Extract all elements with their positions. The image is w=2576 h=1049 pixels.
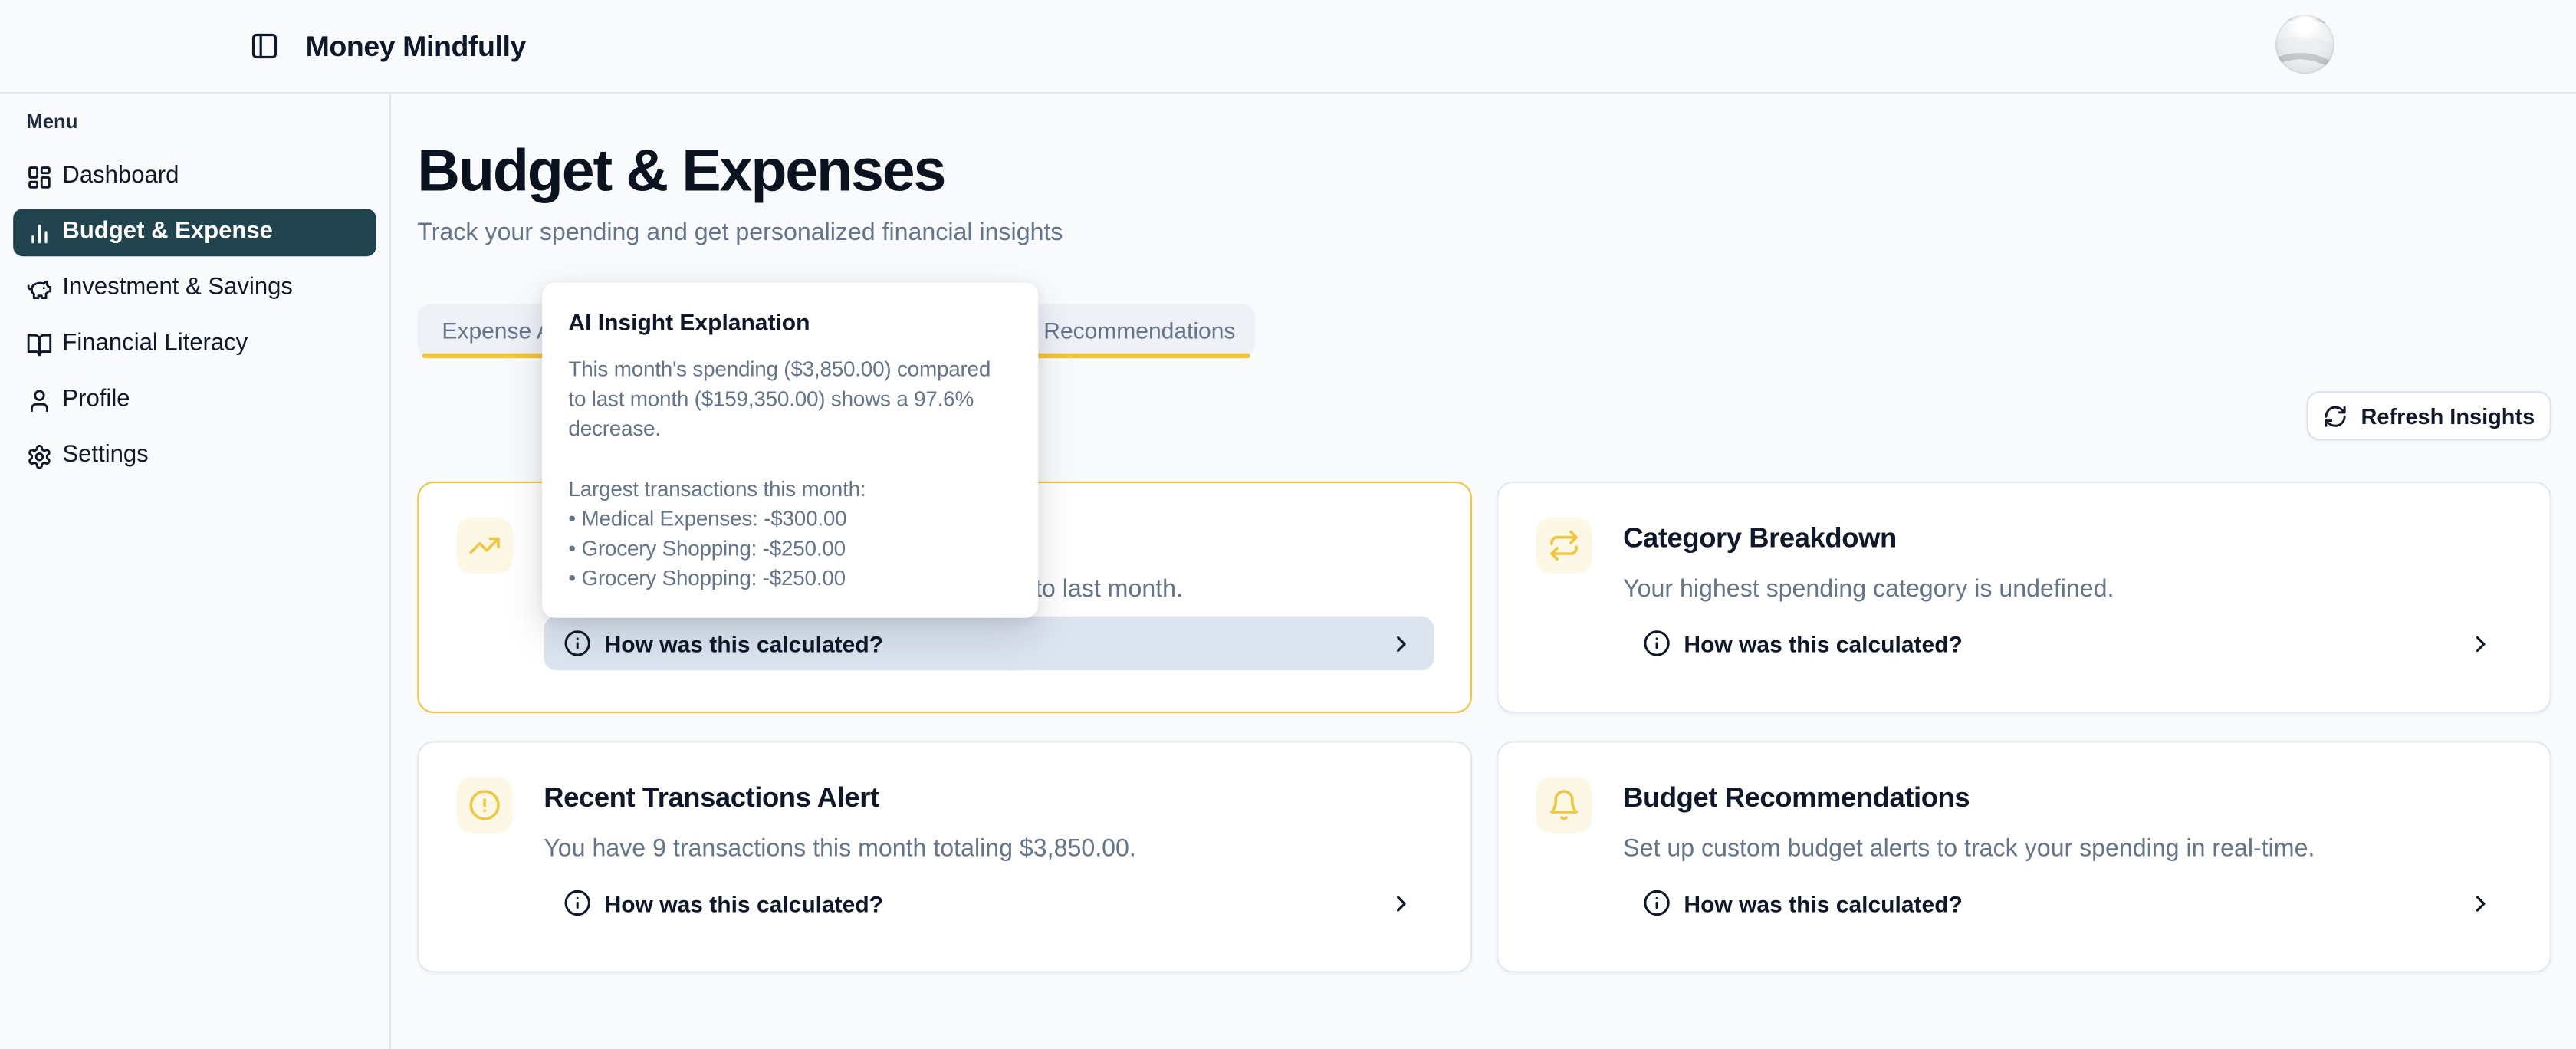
page-title: Budget & Expenses: [417, 135, 945, 207]
book-open-icon: [26, 331, 52, 357]
card-icon-tile: [457, 518, 513, 574]
bell-icon: [1548, 789, 1581, 822]
card-icon-tile: [1536, 518, 1592, 574]
alert-circle-icon: [468, 789, 501, 822]
refresh-insights-label: Refresh Insights: [2361, 403, 2535, 428]
sidebar-section-label: Menu: [26, 110, 389, 133]
card-title: Category Breakdown: [1623, 521, 1897, 555]
how-calculated-label: How was this calculated?: [1684, 890, 1962, 916]
sidebar-item-settings[interactable]: Settings: [13, 432, 376, 480]
app-window: Money Mindfully Menu Dashboard Budget & …: [0, 0, 2576, 1049]
how-calculated-button[interactable]: How was this calculated?: [544, 617, 1434, 671]
card-description-fragment: to last month.: [1035, 574, 1183, 605]
sidebar-nav: Dashboard Budget & Expense Investment & …: [0, 153, 389, 479]
how-calculated-button[interactable]: How was this calculated?: [1623, 876, 2513, 930]
sidebar-item-financial-literacy[interactable]: Financial Literacy: [13, 321, 376, 368]
chevron-right-icon: [1388, 890, 1414, 916]
sidebar-item-dashboard[interactable]: Dashboard: [13, 153, 376, 200]
repeat-icon: [1548, 529, 1581, 562]
sidebar-toggle-button[interactable]: [245, 26, 284, 65]
refresh-insights-button[interactable]: Refresh Insights: [2307, 391, 2551, 440]
how-calculated-button[interactable]: How was this calculated?: [544, 876, 1434, 930]
bar-chart-icon: [26, 219, 52, 245]
info-icon: [564, 630, 591, 657]
top-header: Money Mindfully: [0, 0, 2576, 94]
sidebar-item-profile[interactable]: Profile: [13, 377, 376, 424]
sidebar-item-budget-expense[interactable]: Budget & Expense: [13, 209, 376, 256]
sidebar: Menu Dashboard Budget & Expense Investme…: [0, 94, 391, 1049]
card-icon-tile: [457, 778, 513, 834]
card-category-breakdown: Category Breakdown Your highest spending…: [1497, 482, 2551, 713]
chevron-right-icon: [2468, 890, 2494, 916]
app-title: Money Mindfully: [306, 23, 526, 69]
gear-icon: [26, 443, 52, 469]
chevron-right-icon: [2468, 630, 2494, 656]
sidebar-item-label: Dashboard: [62, 153, 179, 200]
sidebar-item-label: Budget & Expense: [62, 209, 273, 256]
dashboard-icon: [26, 163, 52, 189]
card-title: Budget Recommendations: [1623, 781, 1970, 815]
avatar[interactable]: [2275, 15, 2334, 74]
trending-up-icon: [468, 529, 501, 562]
info-icon: [564, 889, 591, 916]
sidebar-item-investment-savings[interactable]: Investment & Savings: [13, 265, 376, 312]
info-icon: [1643, 630, 1671, 657]
piggy-bank-icon: [26, 275, 52, 301]
card-budget-recommendations: Budget Recommendations Set up custom bud…: [1497, 741, 2551, 972]
card-description: You have 9 transactions this month total…: [544, 833, 1136, 864]
card-title: Recent Transactions Alert: [544, 781, 879, 815]
card-description: Your highest spending category is undefi…: [1623, 574, 2114, 605]
how-calculated-label: How was this calculated?: [605, 890, 883, 916]
card-icon-tile: [1536, 778, 1592, 834]
chevron-right-icon: [1388, 630, 1414, 656]
sidebar-item-label: Investment & Savings: [62, 265, 293, 312]
card-description: Set up custom budget alerts to track you…: [1623, 833, 2315, 864]
user-icon: [26, 387, 52, 413]
how-calculated-label: How was this calculated?: [1684, 630, 1962, 656]
how-calculated-label: How was this calculated?: [605, 630, 883, 656]
tooltip-title: AI Insight Explanation: [568, 307, 1012, 337]
panel-left-icon: [250, 31, 280, 61]
how-calculated-button[interactable]: How was this calculated?: [1623, 617, 2513, 671]
sidebar-item-label: Profile: [62, 377, 130, 424]
card-recent-transactions-alert: Recent Transactions Alert You have 9 tra…: [417, 741, 1472, 972]
sidebar-item-label: Financial Literacy: [62, 321, 248, 368]
refresh-icon: [2323, 403, 2348, 428]
sidebar-item-label: Settings: [62, 432, 148, 480]
info-icon: [1643, 889, 1671, 916]
tooltip-body: This month's spending ($3,850.00) compar…: [568, 355, 1012, 594]
ai-insight-tooltip: AI Insight Explanation This month's spen…: [542, 283, 1038, 617]
page-subtitle: Track your spending and get personalized…: [417, 217, 1063, 250]
